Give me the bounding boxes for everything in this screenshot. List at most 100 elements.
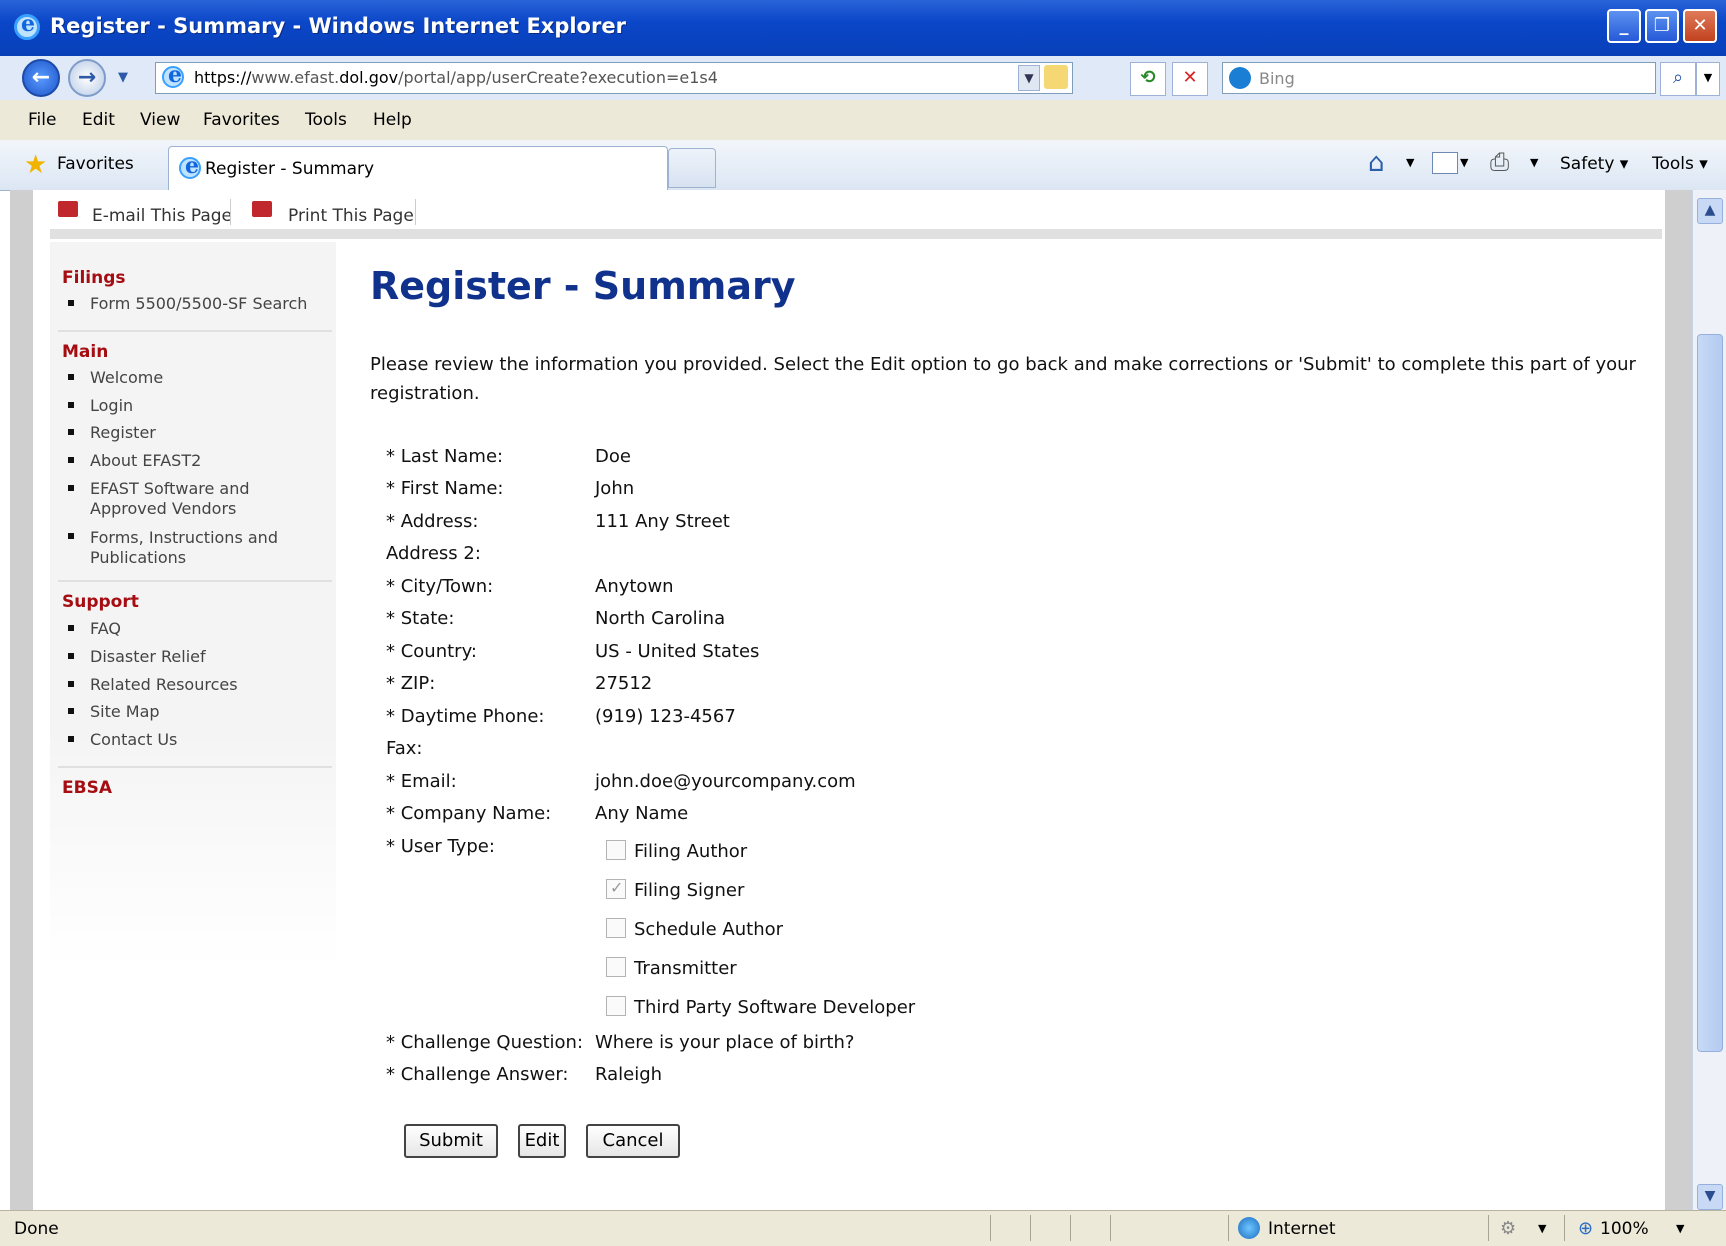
search-button[interactable]: ⌕ bbox=[1660, 62, 1696, 96]
scrollbar-thumb[interactable] bbox=[1697, 334, 1723, 1052]
submit-button[interactable]: Submit bbox=[404, 1124, 498, 1158]
sidebar: Filings Form 5500/5500-SF Search Main We… bbox=[50, 242, 336, 1210]
url-input[interactable]: https://www.efast.dol.gov/portal/app/use… bbox=[155, 62, 1073, 94]
forward-button[interactable]: → bbox=[68, 59, 106, 97]
label-challenge-answer: * Challenge Answer: bbox=[386, 1064, 569, 1085]
divider bbox=[1488, 1215, 1489, 1241]
value-daytime-phone: (919) 123-4567 bbox=[595, 706, 736, 727]
label-email: * Email: bbox=[386, 771, 457, 792]
sidebar-item-related-resources[interactable]: Related Resources bbox=[90, 675, 238, 695]
home-icon[interactable]: ⌂ bbox=[1368, 148, 1385, 178]
sidebar-item-disaster-relief[interactable]: Disaster Relief bbox=[90, 647, 206, 667]
value-zip: 27512 bbox=[595, 673, 653, 694]
menu-tools[interactable]: Tools bbox=[305, 110, 347, 130]
sidebar-item-welcome[interactable]: Welcome bbox=[90, 368, 163, 388]
menu-edit[interactable]: Edit bbox=[82, 110, 115, 130]
sidebar-item-software-vendors[interactable]: EFAST Software and Approved Vendors bbox=[90, 479, 280, 519]
sidebar-heading-filings[interactable]: Filings bbox=[62, 268, 125, 288]
label-fax: Fax: bbox=[386, 738, 423, 759]
address-bar: ← → ▼ https://www.efast.dol.gov/portal/a… bbox=[0, 56, 1726, 101]
label-daytime-phone: * Daytime Phone: bbox=[386, 706, 545, 727]
print-page-icon[interactable] bbox=[252, 201, 272, 217]
tab-ie-icon bbox=[179, 153, 201, 179]
sidebar-item-site-map[interactable]: Site Map bbox=[90, 702, 160, 722]
minimize-button[interactable]: _ bbox=[1607, 9, 1641, 43]
cancel-button[interactable]: Cancel bbox=[586, 1124, 680, 1158]
search-options-dropdown[interactable]: ▼ bbox=[1696, 62, 1720, 96]
bullet bbox=[68, 485, 74, 491]
favorites-star-icon[interactable]: ★ bbox=[24, 150, 47, 180]
bullet bbox=[68, 533, 74, 539]
label-address-2: Address 2: bbox=[386, 543, 481, 564]
label-country: * Country: bbox=[386, 641, 477, 662]
sidebar-item-login[interactable]: Login bbox=[90, 396, 133, 416]
zone-text: Internet bbox=[1268, 1219, 1336, 1239]
new-tab-button[interactable] bbox=[668, 148, 716, 188]
search-input[interactable]: Bing bbox=[1222, 62, 1656, 94]
lock-icon[interactable] bbox=[1044, 65, 1068, 89]
label-first-name: * First Name: bbox=[386, 478, 504, 499]
safety-menu[interactable]: Safety ▾ bbox=[1560, 154, 1628, 174]
menu-favorites[interactable]: Favorites bbox=[203, 110, 280, 130]
sidebar-heading-main[interactable]: Main bbox=[62, 342, 108, 362]
print-icon[interactable]: ⎙ bbox=[1490, 148, 1509, 176]
refresh-button[interactable]: ⟲ bbox=[1130, 62, 1166, 96]
menu-help[interactable]: Help bbox=[373, 110, 412, 130]
divider bbox=[1564, 1215, 1565, 1241]
checkbox-schedule-author[interactable] bbox=[606, 918, 626, 938]
feeds-icon[interactable] bbox=[1432, 152, 1458, 174]
restore-button[interactable]: ❐ bbox=[1645, 9, 1679, 43]
checkbox-filing-signer[interactable] bbox=[606, 878, 626, 899]
value-country: US - United States bbox=[595, 641, 760, 662]
checkbox-transmitter[interactable] bbox=[606, 957, 626, 977]
bullet bbox=[68, 457, 74, 463]
bing-icon bbox=[1229, 67, 1251, 89]
edit-button[interactable]: Edit bbox=[518, 1124, 566, 1158]
sidebar-item-about[interactable]: About EFAST2 bbox=[90, 451, 201, 471]
print-page-link[interactable]: Print This Page bbox=[288, 206, 414, 226]
sidebar-item-register[interactable]: Register bbox=[90, 423, 156, 443]
divider bbox=[1110, 1215, 1111, 1241]
search-placeholder: Bing bbox=[1259, 69, 1295, 88]
zoom-dropdown-icon[interactable]: ▼ bbox=[1676, 1222, 1684, 1235]
checkbox-label-transmitter: Transmitter bbox=[634, 958, 737, 979]
print-dropdown-icon[interactable]: ▼ bbox=[1530, 156, 1538, 169]
tab-register-summary[interactable]: Register - Summary bbox=[168, 146, 668, 190]
label-address: * Address: bbox=[386, 511, 479, 532]
label-state: * State: bbox=[386, 608, 455, 629]
close-button[interactable]: ✕ bbox=[1683, 9, 1717, 43]
status-bar: Done Internet ⚙ ▼ ⊕ 100% ▼ bbox=[0, 1210, 1726, 1246]
value-city: Anytown bbox=[595, 576, 674, 597]
back-button[interactable]: ← bbox=[22, 59, 60, 97]
sidebar-heading-ebsa[interactable]: EBSA bbox=[62, 778, 112, 798]
sidebar-item-form-search[interactable]: Form 5500/5500-SF Search bbox=[90, 294, 307, 314]
favorites-button[interactable]: Favorites bbox=[57, 154, 134, 174]
checkbox-third-party-developer[interactable] bbox=[606, 996, 626, 1016]
checkbox-filing-author[interactable] bbox=[606, 840, 626, 860]
stop-button[interactable]: ✕ bbox=[1172, 62, 1208, 96]
sidebar-item-contact-us[interactable]: Contact Us bbox=[90, 730, 177, 750]
recent-pages-dropdown[interactable]: ▼ bbox=[118, 70, 128, 85]
email-icon[interactable] bbox=[58, 201, 78, 217]
sidebar-item-forms[interactable]: Forms, Instructions and Publications bbox=[90, 528, 290, 568]
tools-menu[interactable]: Tools ▾ bbox=[1652, 154, 1708, 174]
scroll-up-button[interactable]: ▲ bbox=[1697, 198, 1723, 224]
page-title: Register - Summary bbox=[370, 264, 796, 308]
zoom-icon[interactable]: ⊕ bbox=[1578, 1218, 1593, 1239]
url-dropdown-icon[interactable]: ▼ bbox=[1018, 65, 1040, 91]
protected-mode-icon[interactable]: ⚙ bbox=[1500, 1218, 1516, 1239]
value-address: 111 Any Street bbox=[595, 511, 730, 532]
menu-file[interactable]: File bbox=[28, 110, 56, 130]
favorites-bar: ★ Favorites Register - Summary ⌂ ▼ ▼ ⎙ ▼… bbox=[0, 140, 1726, 191]
protected-mode-dropdown-icon[interactable]: ▼ bbox=[1538, 1222, 1546, 1235]
menu-view[interactable]: View bbox=[140, 110, 180, 130]
feeds-dropdown-icon[interactable]: ▼ bbox=[1460, 156, 1468, 169]
email-page-link[interactable]: E-mail This Page bbox=[92, 206, 232, 226]
sidebar-heading-support[interactable]: Support bbox=[62, 592, 139, 612]
checkbox-label-filing-author: Filing Author bbox=[634, 841, 748, 862]
sidebar-item-faq[interactable]: FAQ bbox=[90, 619, 121, 639]
bullet bbox=[68, 681, 74, 687]
scroll-down-button[interactable]: ▼ bbox=[1697, 1184, 1723, 1210]
zoom-level[interactable]: 100% bbox=[1600, 1219, 1649, 1239]
home-dropdown-icon[interactable]: ▼ bbox=[1406, 156, 1414, 169]
